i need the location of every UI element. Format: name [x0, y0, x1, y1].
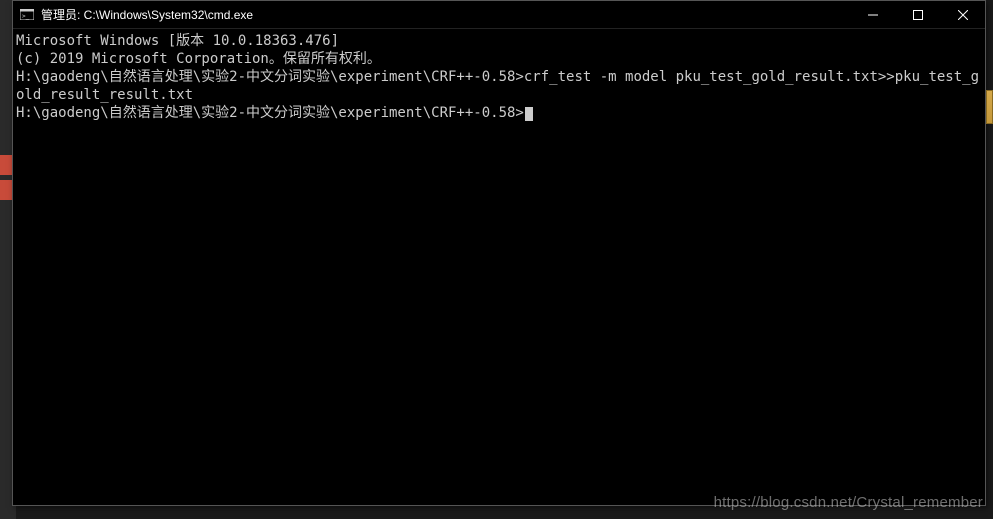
cmd-window: >_ 管理员: C:\Windows\System32\cmd.exe Micr… — [12, 0, 986, 506]
maximize-button[interactable] — [895, 1, 940, 28]
minimize-button[interactable] — [850, 1, 895, 28]
terminal-command-line: H:\gaodeng\自然语言处理\实验2-中文分词实验\experiment\… — [16, 68, 984, 104]
prompt: H:\gaodeng\自然语言处理\实验2-中文分词实验\experiment\… — [16, 105, 524, 121]
terminal-line: (c) 2019 Microsoft Corporation。保留所有权利。 — [16, 50, 984, 68]
cmd-icon: >_ — [19, 9, 35, 21]
terminal-area[interactable]: Microsoft Windows [版本 10.0.18363.476](c)… — [14, 30, 984, 504]
close-button[interactable] — [940, 1, 985, 28]
window-title: 管理员: C:\Windows\System32\cmd.exe — [41, 6, 850, 23]
terminal-prompt-line: H:\gaodeng\自然语言处理\实验2-中文分词实验\experiment\… — [16, 104, 984, 122]
watermark-text: https://blog.csdn.net/Crystal_remember — [714, 494, 983, 511]
svg-text:>_: >_ — [22, 13, 30, 20]
prompt: H:\gaodeng\自然语言处理\实验2-中文分词实验\experiment\… — [16, 69, 524, 85]
side-fragment — [986, 90, 993, 124]
terminal-line: Microsoft Windows [版本 10.0.18363.476] — [16, 32, 984, 50]
titlebar[interactable]: >_ 管理员: C:\Windows\System32\cmd.exe — [13, 1, 985, 29]
window-controls — [850, 1, 985, 28]
cursor — [525, 107, 533, 121]
